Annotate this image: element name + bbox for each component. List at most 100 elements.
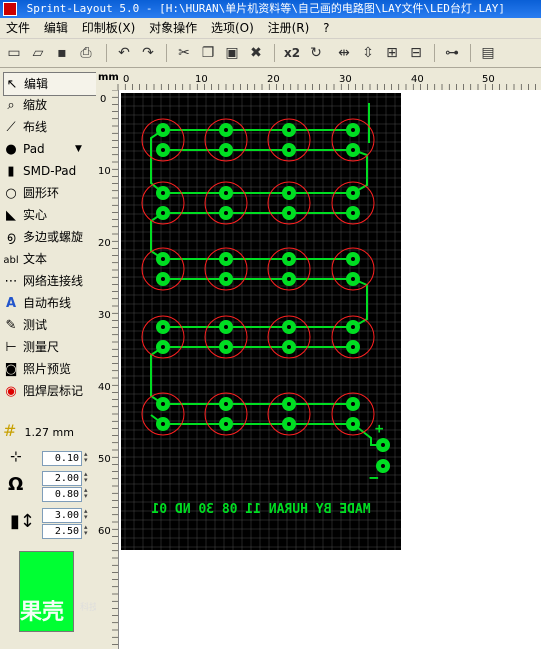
pad-inner-input[interactable]: 0.80 — [42, 487, 82, 502]
tool-solder-mask[interactable]: ◉ 阻焊层标记 — [3, 380, 95, 402]
mirror-v-icon[interactable]: ⇳ — [358, 43, 378, 63]
toolbar-separator — [434, 44, 435, 62]
smd-width-input[interactable]: 3.00 — [42, 508, 82, 523]
pad-outer-input[interactable]: 2.00 — [42, 471, 82, 486]
menu-register[interactable]: 注册(R) — [268, 21, 310, 35]
ruler-h-label: 20 — [267, 74, 280, 85]
redo-icon[interactable]: ↷ — [138, 43, 158, 63]
rotate-icon[interactable]: ↻ — [306, 43, 326, 63]
title-bar: Sprint-Layout 5.0 - [H:\HURAN\单片机资料等\自己画… — [0, 0, 541, 18]
print-icon[interactable]: ⎙ — [76, 43, 96, 63]
grid-size[interactable]: # 1.27 mm — [3, 420, 95, 442]
tool-track[interactable]: ⟋ 布线 — [3, 116, 95, 138]
menu-file[interactable]: 文件 — [6, 21, 30, 35]
tool-label: 阻焊层标记 — [23, 384, 84, 398]
tool-label: 缩放 — [23, 98, 48, 112]
tool-zoom[interactable]: ⌕ 缩放 — [3, 94, 95, 116]
ungroup-icon[interactable]: ⊶ — [442, 43, 462, 63]
spinner-icon[interactable]: ▴ ▾ — [84, 471, 89, 484]
watermark-logo: 果壳 — [20, 600, 65, 625]
align-icon[interactable]: ⊞ — [382, 43, 402, 63]
tool-label: 照片预览 — [23, 362, 72, 376]
spinner-icon[interactable]: ▴ ▾ — [84, 524, 89, 537]
menu-help[interactable]: ? — [323, 21, 329, 35]
tool-ring[interactable]: ○ 圆形环 — [3, 182, 95, 204]
ruler-h-label: 10 — [195, 74, 208, 85]
tool-test[interactable]: ✎ 测试 — [3, 314, 95, 336]
spinner-icon[interactable]: ▴ ▾ — [84, 451, 89, 464]
tool-label: 圆形环 — [23, 186, 60, 200]
group-icon[interactable]: ⊟ — [406, 43, 426, 63]
pad-hole — [287, 148, 291, 152]
ruler-icon: ⊢ — [5, 340, 17, 355]
pad-hole — [224, 148, 228, 152]
tool-pad[interactable]: ● Pad ▼ — [3, 138, 95, 160]
tool-fill[interactable]: ◣ 实心 — [3, 204, 95, 226]
ruler-v-label: 30 — [98, 310, 111, 321]
delete-icon[interactable]: ✖ — [246, 43, 266, 63]
autoroute-icon: A — [5, 296, 17, 311]
smd-height-input[interactable]: 2.50 — [42, 524, 82, 539]
pad-hole — [287, 257, 291, 261]
pad-hole — [161, 402, 165, 406]
tool-ruler[interactable]: ⊢ 测量尺 — [3, 336, 95, 358]
mirror-h-icon[interactable]: ⇹ — [334, 43, 354, 63]
pad-hole — [224, 257, 228, 261]
copy-icon[interactable]: ❐ — [198, 43, 218, 63]
ruler-v-label: 10 — [98, 166, 111, 177]
menu-edit[interactable]: 编辑 — [44, 21, 68, 35]
tool-label: 测试 — [23, 318, 48, 332]
tool-edit[interactable]: ↖ 编辑 — [3, 72, 97, 96]
paste-icon[interactable]: ▣ — [222, 43, 242, 63]
tool-label: 编辑 — [24, 77, 49, 91]
ruler-h-label: 30 — [339, 74, 352, 85]
horizontal-ruler: mm 0 10 20 30 40 50 — [96, 68, 541, 91]
tool-text[interactable]: abl 文本 — [3, 248, 95, 270]
pad-hole — [351, 345, 355, 349]
new-icon[interactable]: ▭ — [4, 43, 24, 63]
pad-hole — [224, 345, 228, 349]
chevron-down-icon[interactable]: ▼ — [75, 138, 82, 160]
spinner-icon[interactable]: ▴ ▾ — [84, 508, 89, 521]
menu-objects[interactable]: 对象操作 — [149, 21, 197, 35]
menu-board[interactable]: 印制板(X) — [82, 21, 136, 35]
layer-icon[interactable]: ▤ — [478, 43, 498, 63]
pad-hole — [351, 211, 355, 215]
tool-photo-preview[interactable]: ◙ 照片预览 — [3, 358, 95, 380]
pcb-silk-text: MADE BY HURAN 11 08 30 ND 01 — [151, 502, 370, 517]
pad-hole — [161, 345, 165, 349]
plus-marker: + — [375, 421, 383, 437]
pad-hole — [224, 277, 228, 281]
ruler-h-label: 50 — [482, 74, 495, 85]
zoom-icon: ⌕ — [7, 98, 15, 113]
tool-connection[interactable]: ⋯ 网络连接线 — [3, 270, 95, 292]
arrow-icon: ↖ — [6, 77, 18, 92]
menu-options[interactable]: 选项(O) — [211, 21, 254, 35]
cut-icon[interactable]: ✂ — [174, 43, 194, 63]
ruler-ticks-h — [117, 84, 536, 90]
open-icon[interactable]: ▱ — [28, 43, 48, 63]
toolbar-separator — [274, 44, 275, 62]
ruler-v-label: 40 — [98, 382, 111, 393]
track-width-input[interactable]: 0.10 — [42, 451, 82, 466]
grid-icon: # — [3, 421, 17, 440]
spinner-icon[interactable]: ▴ ▾ — [84, 487, 89, 500]
pad-hole — [287, 402, 291, 406]
tool-smd-pad[interactable]: ▮ SMD-Pad — [3, 160, 95, 182]
pad-hole — [287, 211, 291, 215]
pad-hole — [224, 128, 228, 132]
tool-polygon[interactable]: ൭ 多边或螺旋 — [3, 226, 95, 248]
pad-hole — [287, 345, 291, 349]
app-icon — [3, 2, 17, 16]
ring-icon: ○ — [5, 186, 17, 201]
vertical-ruler: 0 10 20 30 40 50 60 — [96, 90, 119, 649]
pcb-board[interactable]: + − MADE BY HURAN 11 08 30 ND 01 — [121, 93, 401, 550]
toolbar-separator — [470, 44, 471, 62]
pad-hole — [224, 211, 228, 215]
duplicate-x2-icon[interactable]: x2 — [282, 43, 302, 63]
track-icon: ⟋ — [6, 120, 16, 135]
save-icon[interactable]: ▪ — [52, 43, 72, 63]
undo-icon[interactable]: ↶ — [114, 43, 134, 63]
tool-autoroute[interactable]: A 自动布线 — [3, 292, 95, 314]
pad-hole — [351, 325, 355, 329]
